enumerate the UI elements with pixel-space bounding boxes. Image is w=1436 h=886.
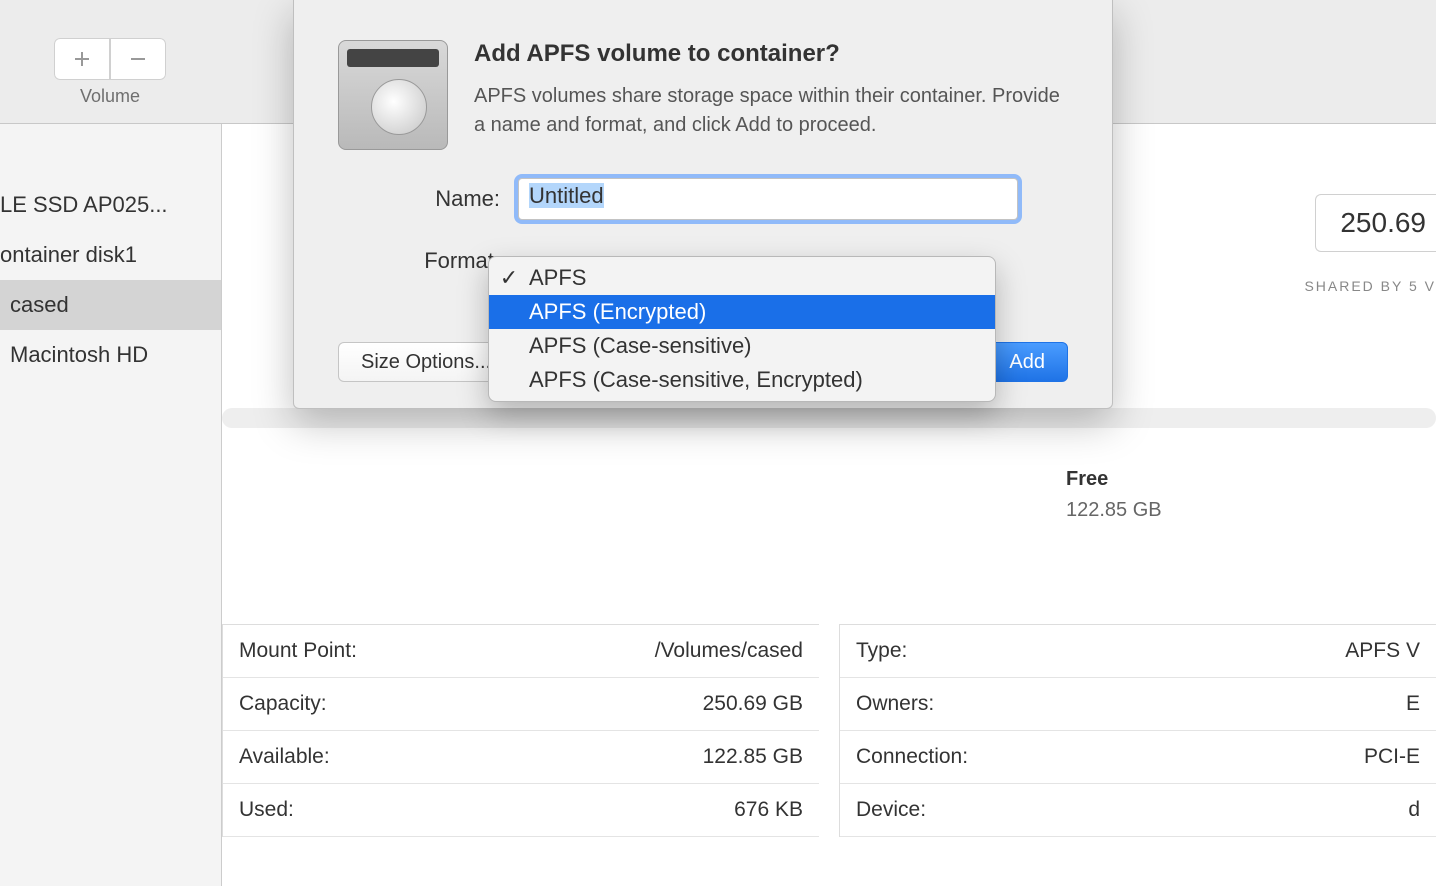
info-row: Connection:PCI-E [840, 731, 1436, 784]
add-volume-sheet: Add APFS volume to container? APFS volum… [293, 0, 1113, 409]
minus-icon [128, 49, 148, 69]
sidebar-item-cased[interactable]: cased [0, 280, 221, 330]
volume-label: Volume [80, 86, 140, 107]
usage-free: Free 122.85 GB [1066, 468, 1162, 522]
format-option-apfs-encrypted[interactable]: APFS (Encrypted) [489, 295, 995, 329]
format-option-apfs[interactable]: ✓ APFS [489, 261, 995, 295]
name-label: Name: [338, 186, 518, 212]
add-volume-button[interactable] [54, 38, 110, 80]
capacity-badge: 250.69 [1315, 194, 1436, 252]
info-col-left: Mount Point:/Volumes/cased Capacity:250.… [222, 624, 819, 837]
plus-icon [72, 49, 92, 69]
usage-bar [222, 408, 1436, 428]
info-row: Type:APFS V [840, 625, 1436, 678]
format-dropdown[interactable]: ✓ APFS APFS (Encrypted) APFS (Case-sensi… [488, 256, 996, 402]
sheet-description: APFS volumes share storage space within … [474, 82, 1068, 140]
sidebar-item-disk[interactable]: LE SSD AP025... [0, 180, 221, 230]
info-row: Capacity:250.69 GB [223, 678, 819, 731]
info-row: Mount Point:/Volumes/cased [223, 625, 819, 678]
hard-drive-icon [338, 40, 448, 150]
capacity-shared-label: SHARED BY 5 V [1304, 278, 1436, 294]
free-label: Free [1066, 468, 1162, 491]
sidebar: LE SSD AP025... ontainer disk1 cased Mac… [0, 124, 222, 886]
info-row: Used:676 KB [223, 784, 819, 837]
info-row: Owners:E [840, 678, 1436, 731]
check-icon: ✓ [499, 265, 519, 291]
free-value: 122.85 GB [1066, 499, 1162, 522]
format-option-apfs-case-sensitive-encrypted[interactable]: APFS (Case-sensitive, Encrypted) [489, 363, 995, 397]
sidebar-item-macintosh-hd[interactable]: Macintosh HD [0, 330, 221, 380]
info-row: Device:d [840, 784, 1436, 837]
info-grid: Mount Point:/Volumes/cased Capacity:250.… [222, 624, 1436, 837]
name-input[interactable]: Untitled [518, 178, 1018, 220]
add-button[interactable]: Add [986, 342, 1068, 382]
sidebar-item-container[interactable]: ontainer disk1 [0, 230, 221, 280]
info-row: Available:122.85 GB [223, 731, 819, 784]
remove-volume-button[interactable] [110, 38, 166, 80]
volume-group: Volume [54, 38, 166, 107]
info-col-right: Type:APFS V Owners:E Connection:PCI-E De… [839, 624, 1436, 837]
format-option-apfs-case-sensitive[interactable]: APFS (Case-sensitive) [489, 329, 995, 363]
sheet-title: Add APFS volume to container? [474, 40, 1068, 68]
